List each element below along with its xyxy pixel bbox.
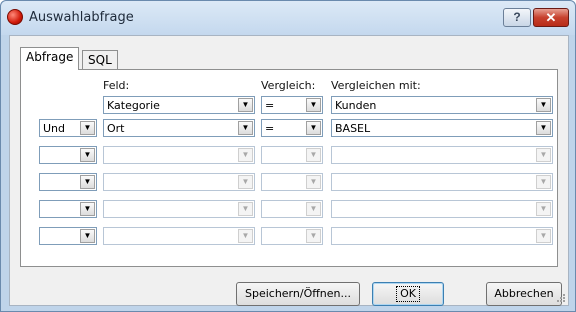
chevron-down-icon[interactable]: ▼ xyxy=(80,175,95,189)
operator-select-1[interactable]: = ▼ xyxy=(261,96,323,114)
operator-select-6: ▼ xyxy=(261,227,323,245)
field-select-4: ▼ xyxy=(103,173,255,191)
save-open-button[interactable]: Speichern/Öffnen... xyxy=(236,282,360,306)
conjunction-select-6[interactable]: ▼ xyxy=(39,227,97,245)
compare-with-header: Vergleichen mit: xyxy=(331,79,421,92)
field-select-3: ▼ xyxy=(103,146,255,164)
compare-value-select-5: ▼ xyxy=(331,200,553,218)
compare-value-select-2[interactable]: BASEL ▼ xyxy=(331,119,553,137)
field-select-2[interactable]: Ort ▼ xyxy=(103,119,255,137)
chevron-down-icon[interactable]: ▼ xyxy=(536,121,551,135)
compare-value-1: Kunden xyxy=(335,99,377,112)
chevron-down-icon: ▼ xyxy=(238,175,253,189)
chevron-down-icon: ▼ xyxy=(306,229,321,243)
app-icon xyxy=(7,9,23,25)
chevron-down-icon: ▼ xyxy=(306,148,321,162)
tab-sql[interactable]: SQL xyxy=(82,50,118,70)
field-select-6: ▼ xyxy=(103,227,255,245)
chevron-down-icon[interactable]: ▼ xyxy=(238,98,253,112)
field-select-1[interactable]: Kategorie ▼ xyxy=(103,96,255,114)
chevron-down-icon[interactable]: ▼ xyxy=(306,98,321,112)
chevron-down-icon[interactable]: ▼ xyxy=(80,202,95,216)
compare-value-2: BASEL xyxy=(335,122,371,135)
compare-value-select-1[interactable]: Kunden ▼ xyxy=(331,96,553,114)
chevron-down-icon: ▼ xyxy=(306,175,321,189)
close-button[interactable]: ✕ xyxy=(533,8,569,27)
window-title: Auswahlabfrage xyxy=(29,10,134,25)
ok-label: OK xyxy=(396,286,420,302)
ok-button[interactable]: OK xyxy=(372,282,444,306)
chevron-down-icon[interactable]: ▼ xyxy=(536,98,551,112)
chevron-down-icon: ▼ xyxy=(306,202,321,216)
chevron-down-icon: ▼ xyxy=(238,148,253,162)
operator-select-5: ▼ xyxy=(261,200,323,218)
help-button[interactable]: ? xyxy=(503,8,531,27)
field-select-5: ▼ xyxy=(103,200,255,218)
field-value-2: Ort xyxy=(107,122,125,135)
chevron-down-icon: ▼ xyxy=(238,202,253,216)
conjunction-select-3[interactable]: ▼ xyxy=(39,146,97,164)
title-bar[interactable]: Auswahlabfrage ? ✕ xyxy=(1,1,575,35)
comparison-header: Vergleich: xyxy=(261,79,316,92)
operator-value-1: = xyxy=(265,99,275,112)
chevron-down-icon[interactable]: ▼ xyxy=(80,229,95,243)
operator-select-3: ▼ xyxy=(261,146,323,164)
conjunction-select-4[interactable]: ▼ xyxy=(39,173,97,191)
field-header: Feld: xyxy=(103,79,130,92)
compare-value-select-6: ▼ xyxy=(331,227,553,245)
chevron-down-icon[interactable]: ▼ xyxy=(306,121,321,135)
chevron-down-icon: ▼ xyxy=(536,148,551,162)
operator-value-2: = xyxy=(265,122,275,135)
chevron-down-icon[interactable]: ▼ xyxy=(80,148,95,162)
tab-abfrage[interactable]: Abfrage xyxy=(20,47,80,70)
cancel-button[interactable]: Abbrechen xyxy=(486,282,562,306)
conjunction-value-2: Und xyxy=(43,122,66,135)
chevron-down-icon: ▼ xyxy=(536,175,551,189)
query-panel: Feld: Vergleich: Vergleichen mit: Katego… xyxy=(20,69,558,267)
chevron-down-icon[interactable]: ▼ xyxy=(80,121,95,135)
compare-value-select-4: ▼ xyxy=(331,173,553,191)
dialog-window: Auswahlabfrage ? ✕ Abfrage SQL Feld: Ver… xyxy=(0,0,576,312)
operator-select-4: ▼ xyxy=(261,173,323,191)
chevron-down-icon: ▼ xyxy=(536,229,551,243)
operator-select-2[interactable]: = ▼ xyxy=(261,119,323,137)
conjunction-select-5[interactable]: ▼ xyxy=(39,200,97,218)
conjunction-select-2[interactable]: Und ▼ xyxy=(39,119,97,137)
resize-grip-icon[interactable] xyxy=(556,293,566,303)
dialog-client: Abfrage SQL Feld: Vergleich: Vergleichen… xyxy=(9,35,569,306)
chevron-down-icon[interactable]: ▼ xyxy=(238,121,253,135)
field-value-1: Kategorie xyxy=(107,99,160,112)
chevron-down-icon: ▼ xyxy=(238,229,253,243)
chevron-down-icon: ▼ xyxy=(536,202,551,216)
compare-value-select-3: ▼ xyxy=(331,146,553,164)
